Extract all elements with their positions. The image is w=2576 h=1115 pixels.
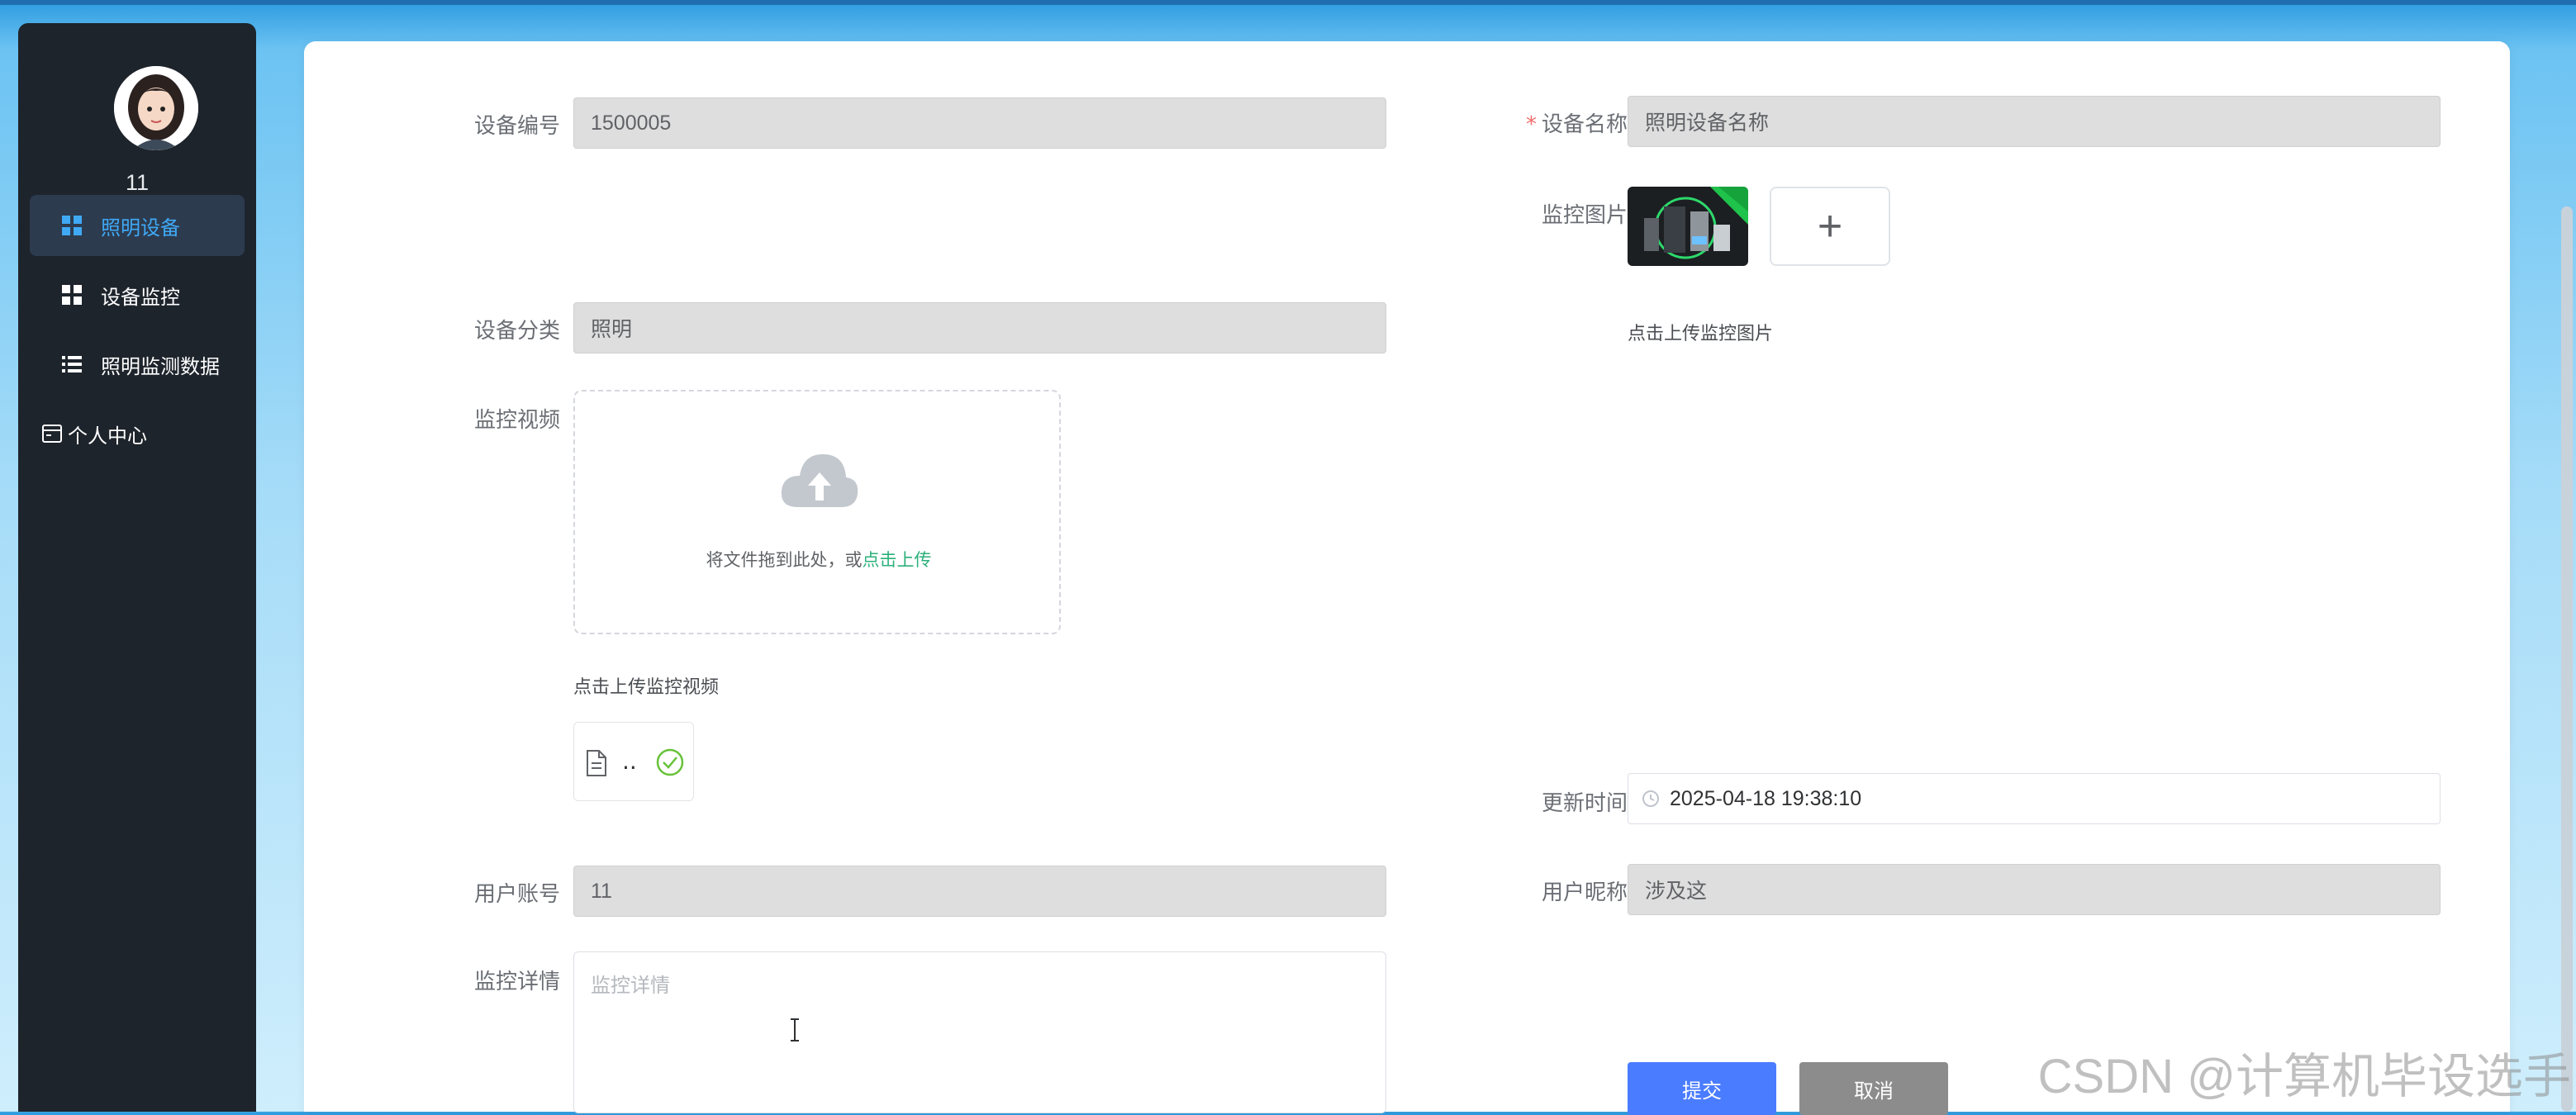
clock-icon — [1642, 790, 1660, 808]
monitor-image-label: 监控图片 — [1541, 203, 1628, 228]
sidebar: 11 照明设备 设备监控 照明监测数据 个人中心 — [18, 23, 256, 1112]
add-image-button[interactable]: + — [1770, 187, 1890, 266]
sidebar-item-lighting-data[interactable]: 照明监测数据 — [30, 334, 245, 395]
device-no-field[interactable]: 1500005 — [573, 97, 1386, 149]
user-account-field[interactable]: 11 — [573, 866, 1386, 917]
sidebar-item-lighting-devices[interactable]: 照明设备 — [30, 195, 245, 256]
sidebar-item-device-monitor[interactable]: 设备监控 — [30, 264, 245, 325]
username: 11 — [125, 170, 150, 195]
user-nickname-field[interactable]: 涉及这 — [1628, 864, 2441, 915]
device-name-field[interactable]: 照明设备名称 — [1628, 96, 2441, 147]
dropzone-text: 将文件拖到此处，或点击上传 — [575, 547, 1062, 572]
dropzone-text-main: 将文件拖到此处，或 — [706, 550, 863, 570]
document-icon — [584, 749, 609, 780]
grid-icon — [61, 284, 83, 306]
monitor-video-label: 监控视频 — [473, 408, 560, 433]
update-time-value: 2025-04-18 19:38:10 — [1670, 786, 1862, 810]
sidebar-item-label: 照明设备 — [101, 216, 180, 240]
cancel-button[interactable]: 取消 — [1799, 1062, 1948, 1115]
video-upload-dropzone[interactable]: 将文件拖到此处，或点击上传 — [573, 390, 1061, 634]
monitor-video-hint: 点击上传监控视频 — [573, 677, 720, 698]
monitor-image-hint: 点击上传监控图片 — [1628, 324, 1774, 344]
user-account-label: 用户账号 — [473, 882, 560, 907]
sidebar-item-personal-center[interactable]: 个人中心 — [30, 403, 245, 464]
category-label: 设备分类 — [473, 319, 560, 344]
monitor-image-thumbnail[interactable] — [1628, 187, 1748, 266]
device-no-label: 设备编号 — [473, 114, 560, 139]
cloud-upload-icon — [778, 448, 861, 517]
monitor-detail-label: 监控详情 — [473, 970, 560, 994]
list-icon — [61, 353, 83, 375]
form-card: 设备编号 1500005 * 设备名称 照明设备名称 监控图片 + 点击上传监控图… — [304, 41, 2510, 1115]
device-name-label-text: 设备名称 — [1541, 112, 1628, 137]
user-nickname-label: 用户昵称 — [1541, 880, 1628, 905]
device-name-label: * 设备名称 — [1502, 107, 1628, 138]
text-cursor-icon — [788, 1018, 801, 1046]
check-circle-icon — [655, 747, 685, 780]
page-scrollbar[interactable] — [2561, 206, 2573, 1112]
category-field[interactable]: 照明 — [573, 302, 1386, 353]
id-card-icon — [41, 423, 63, 444]
required-mark: * — [1525, 112, 1537, 137]
submit-button[interactable]: 提交 — [1628, 1062, 1776, 1115]
click-upload-link[interactable]: 点击上传 — [863, 550, 932, 570]
plus-icon: + — [1817, 202, 1843, 250]
uploaded-video-file[interactable]: .. — [573, 722, 694, 801]
update-time-label: 更新时间 — [1541, 791, 1628, 816]
sidebar-item-label: 设备监控 — [101, 285, 180, 309]
sidebar-item-label: 个人中心 — [68, 424, 147, 448]
file-name: .. — [622, 747, 637, 775]
update-time-field[interactable]: 2025-04-18 19:38:10 — [1628, 773, 2441, 824]
sidebar-item-label: 照明监测数据 — [101, 354, 220, 378]
browser-top-strip — [0, 0, 2576, 5]
monitor-detail-textarea[interactable]: 监控详情 — [573, 951, 1386, 1113]
grid-icon — [61, 215, 83, 236]
avatar[interactable] — [114, 66, 198, 150]
watermark: CSDN @计算机毕设选手 — [2037, 1050, 2571, 1103]
